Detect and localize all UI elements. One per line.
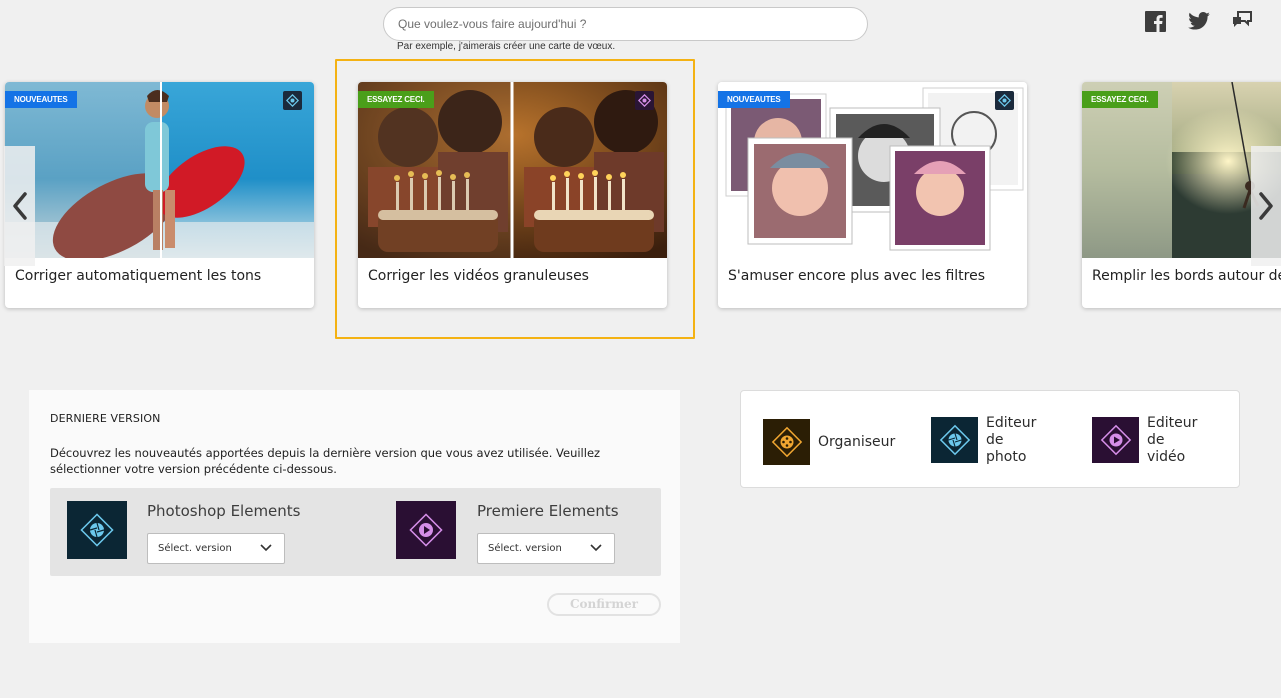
- last-version-title: DERNIERE VERSION: [50, 412, 161, 425]
- confirm-button[interactable]: Confirmer: [547, 593, 661, 616]
- search-hint: Par exemple, j'aimerais créer une carte …: [397, 41, 616, 52]
- badge-new: NOUVEAUTES: [5, 91, 77, 108]
- card-image-surfer: [5, 82, 314, 258]
- product-name-photoshop: Photoshop Elements: [147, 502, 301, 520]
- twitter-icon[interactable]: [1187, 10, 1211, 32]
- apps-launcher-panel: Organiseur Editeur de photo Editeur de v…: [740, 390, 1240, 488]
- card-caption: Remplir les bords autour de vos photos: [1092, 268, 1281, 284]
- photoshop-elements-icon: [931, 417, 978, 463]
- badge-try-this: ESSAYEZ CECI.: [358, 91, 434, 108]
- chevron-right-icon: [1259, 192, 1273, 220]
- carousel-next-button[interactable]: [1251, 146, 1281, 266]
- badge-try-this: ESSAYEZ CECI.: [1082, 91, 1158, 108]
- photo-editor-label: Editeur de photo: [986, 414, 1037, 465]
- photoshop-version-select[interactable]: Sélect. version: [147, 533, 285, 564]
- card-image-filters: [718, 82, 1027, 258]
- product-name-premiere: Premiere Elements: [477, 502, 619, 520]
- card-image-birthday: [358, 82, 667, 258]
- search-box[interactable]: [383, 7, 868, 41]
- photoshop-elements-icon: [283, 91, 302, 110]
- card-caption: Corriger automatiquement les tons: [15, 268, 262, 284]
- video-editor-launcher[interactable]: Editeur de vidéo: [1092, 415, 1197, 465]
- premiere-version-select[interactable]: Sélect. version: [477, 533, 615, 564]
- product-version-selector: Photoshop Elements Sélect. version Premi…: [50, 488, 661, 576]
- last-version-description: Découvrez les nouveautés apportées depui…: [50, 446, 601, 476]
- premiere-elements-icon: [396, 501, 456, 559]
- premiere-elements-icon: [635, 91, 654, 110]
- select-value: Sélect. version: [158, 543, 232, 554]
- photo-editor-launcher[interactable]: Editeur de photo: [931, 415, 1036, 465]
- badge-new: NOUVEAUTES: [718, 91, 790, 108]
- carousel-prev-button[interactable]: [4, 146, 35, 266]
- card-grainy-videos[interactable]: ESSAYEZ CECI. Corriger les vidéos granul…: [358, 82, 667, 308]
- card-filters[interactable]: NOUVEAUTES S'amuser encore plus avec les…: [718, 82, 1027, 308]
- organizer-icon: [763, 419, 810, 465]
- premiere-elements-icon: [1092, 417, 1139, 463]
- chevron-down-icon: [260, 544, 272, 552]
- card-caption: S'amuser encore plus avec les filtres: [728, 268, 986, 284]
- select-value: Sélect. version: [488, 543, 562, 554]
- chevron-down-icon: [590, 544, 602, 552]
- tips-carousel: NOUVEAUTES Corriger automatiquement les …: [0, 58, 1281, 348]
- last-version-panel: DERNIERE VERSION Découvrez les nouveauté…: [29, 390, 680, 643]
- photoshop-elements-icon: [995, 91, 1014, 110]
- video-editor-label: Editeur de vidéo: [1147, 414, 1198, 465]
- organizer-label: Organiseur: [818, 433, 896, 450]
- card-auto-tones[interactable]: NOUVEAUTES Corriger automatiquement les …: [5, 82, 314, 308]
- search-input[interactable]: [398, 17, 853, 31]
- organizer-launcher[interactable]: Organiseur: [763, 417, 895, 467]
- photoshop-elements-icon: [67, 501, 127, 559]
- card-caption: Corriger les vidéos granuleuses: [368, 268, 589, 284]
- chevron-left-icon: [12, 192, 27, 220]
- facebook-icon[interactable]: [1144, 10, 1166, 32]
- feedback-icon[interactable]: [1231, 10, 1253, 32]
